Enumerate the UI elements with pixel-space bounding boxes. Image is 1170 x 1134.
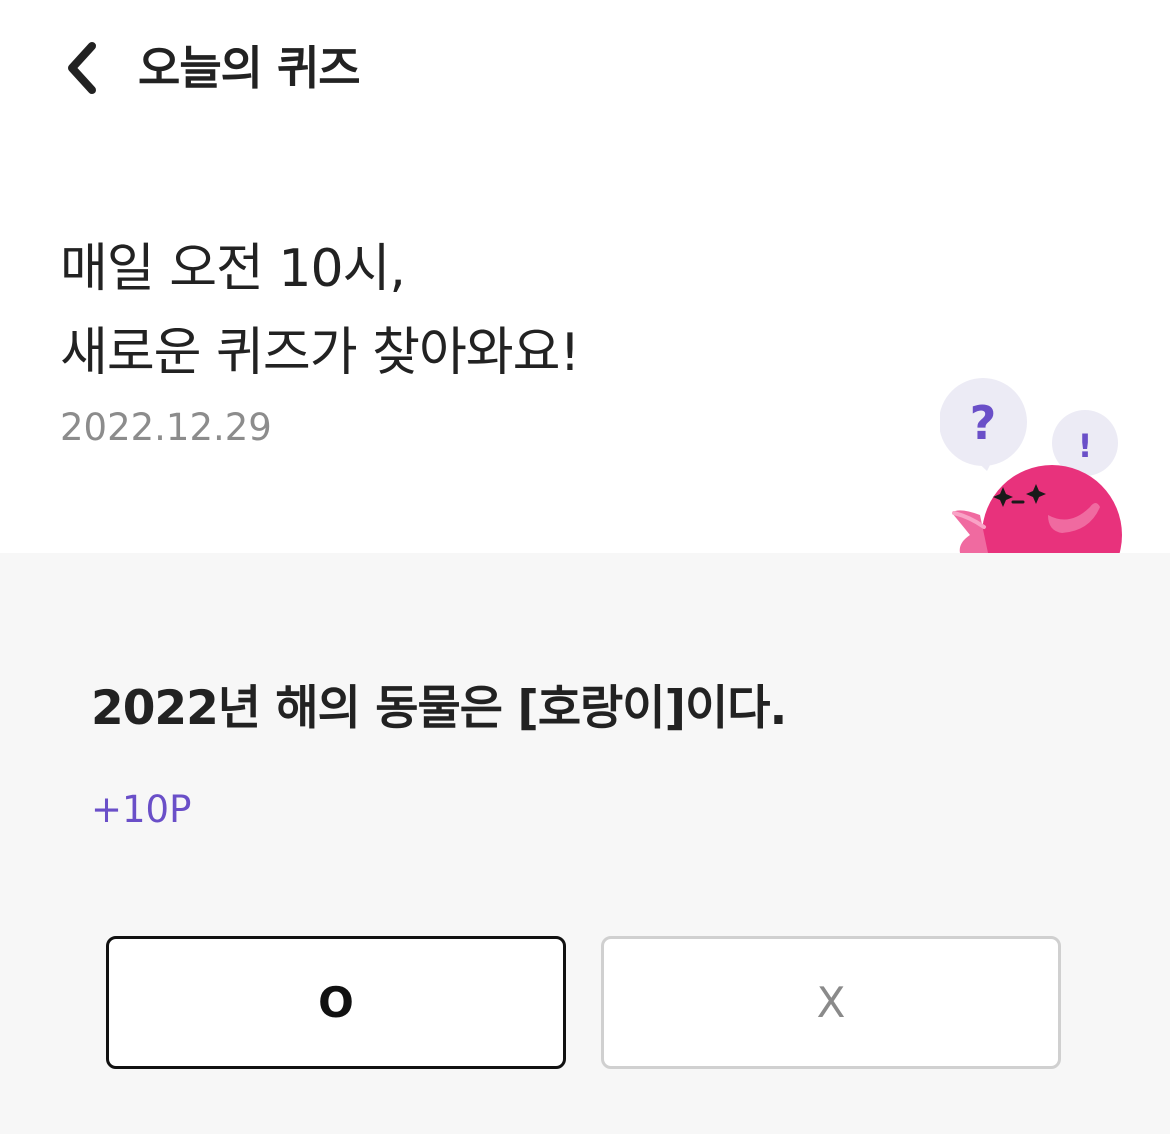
mascot-body <box>982 465 1122 553</box>
answer-o-button[interactable]: O <box>106 936 566 1069</box>
intro-headline-line2: 새로운 퀴즈가 찾아와요! <box>60 323 580 383</box>
quiz-card: 2022년 해의 동물은 [호랑이]이다. +10P O X <box>0 553 1170 1134</box>
app-header: 오늘의 퀴즈 <box>0 0 1170 135</box>
quiz-question: 2022년 해의 동물은 [호랑이]이다. <box>91 681 787 736</box>
question-mark: ? <box>970 396 997 450</box>
intro-headline-line1: 매일 오전 10시, <box>60 239 406 299</box>
exclamation-mark: ! <box>1078 427 1093 465</box>
mascot-illustration: ? ! <box>940 375 1130 553</box>
reward-points: +10P <box>91 788 192 831</box>
quiz-date: 2022.12.29 <box>60 406 272 449</box>
back-button[interactable] <box>52 36 112 100</box>
chevron-left-icon <box>68 42 96 94</box>
intro-section: 매일 오전 10시, 새로운 퀴즈가 찾아와요! 2022.12.29 ? ! <box>0 135 1170 553</box>
quiz-page: 오늘의 퀴즈 매일 오전 10시, 새로운 퀴즈가 찾아와요! 2022.12.… <box>0 0 1170 1134</box>
page-title: 오늘의 퀴즈 <box>138 41 361 95</box>
answer-x-button[interactable]: X <box>601 936 1061 1069</box>
